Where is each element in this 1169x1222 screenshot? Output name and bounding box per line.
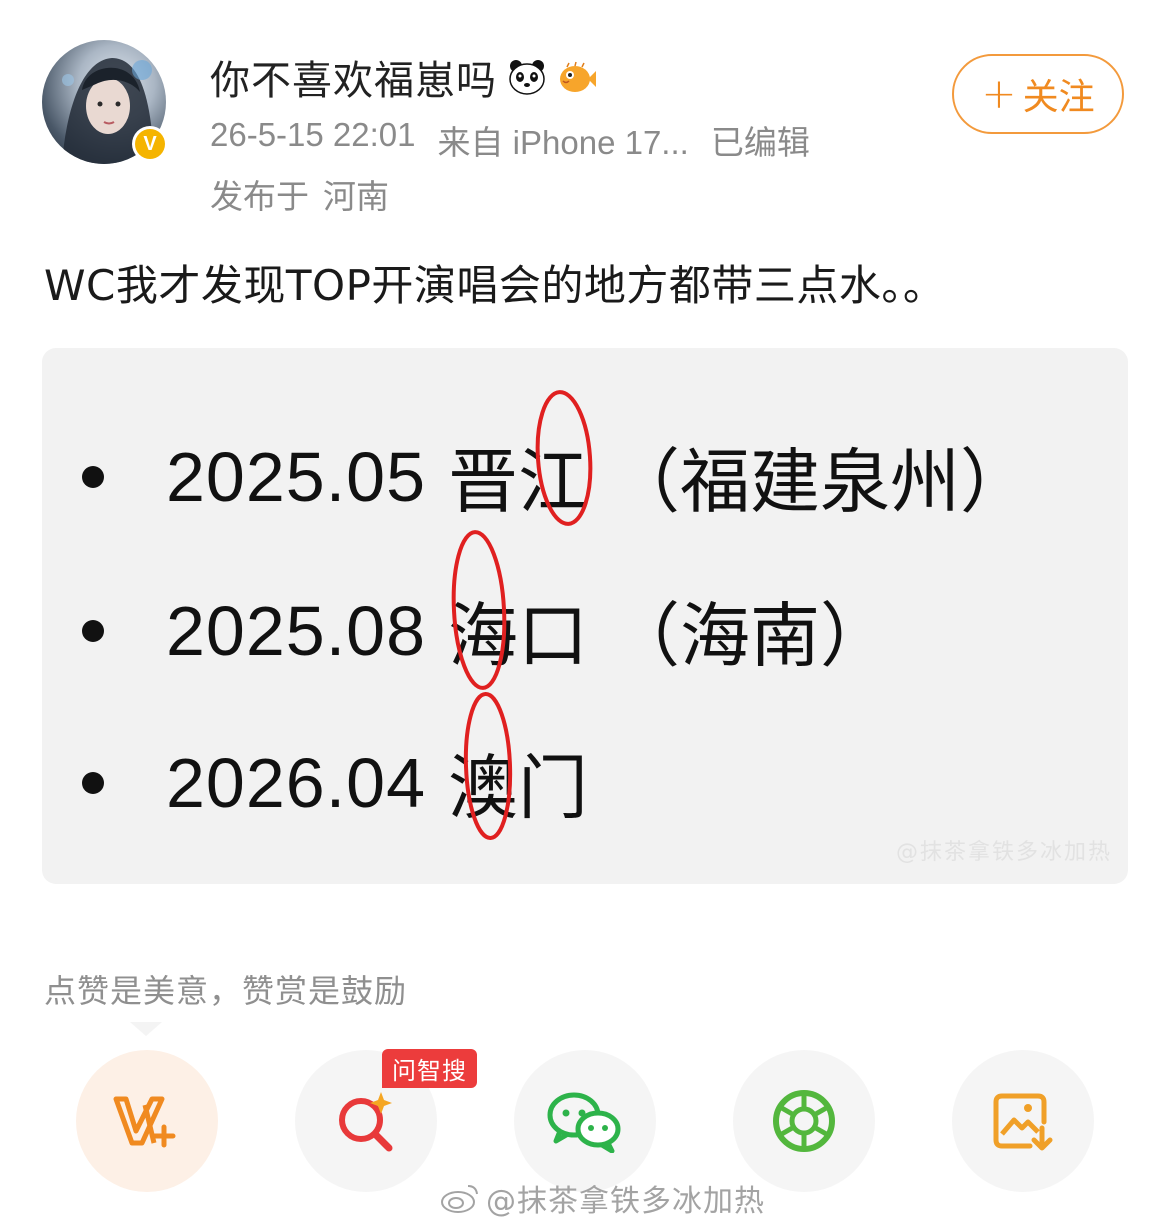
concert-city: 海口 <box>448 595 589 677</box>
concert-city: 晋江 <box>448 441 589 523</box>
verified-v-icon: V <box>135 129 165 159</box>
pufferfish-icon <box>557 57 597 97</box>
avatar-container[interactable]: V <box>42 40 168 164</box>
list-item: 2025.08 海口 （海南） <box>82 580 890 681</box>
concert-region: （福建泉州） <box>610 441 1031 523</box>
watermark-text: @抹茶拿铁多冰加热 <box>486 1184 765 1219</box>
save-image-button[interactable] <box>952 1050 1094 1192</box>
vplus-reward-button[interactable] <box>76 1050 218 1192</box>
post-location: 发布于 河南 <box>210 170 389 218</box>
username-row: 你不喜欢福崽吗 <box>210 48 597 106</box>
follow-label: 关注 <box>1022 77 1095 118</box>
location-label: 发布于 <box>210 177 309 216</box>
list-item: 2026.04 澳门 <box>82 732 588 833</box>
follow-button[interactable]: + 关注 <box>952 54 1124 134</box>
image-watermark: @抹茶拿铁多冰加热 <box>895 840 1112 865</box>
vplus-icon <box>113 1096 176 1148</box>
location-value: 河南 <box>323 177 389 216</box>
post-image[interactable]: 2025.05 晋江 （福建泉州） 2025.08 海口 （海南） 2026.0… <box>42 348 1128 884</box>
concert-date: 2025.05 <box>166 437 427 516</box>
bullet-icon <box>82 771 104 794</box>
weibo-watermark: @抹茶拿铁多冰加热 <box>440 1176 765 1220</box>
post-source: 来自 iPhone 17... <box>437 124 689 161</box>
panda-icon <box>507 57 547 97</box>
post-timestamp: 26-5-15 22:01 <box>210 116 416 153</box>
wechat-icon <box>547 1092 621 1153</box>
bullet-icon <box>82 619 104 642</box>
post-meta: 26-5-15 22:01 来自 iPhone 17... 已编辑 <box>210 116 810 164</box>
concert-date: 2026.04 <box>166 743 427 822</box>
share-wechat-button[interactable] <box>514 1050 656 1192</box>
ai-search-tag: 问智搜 <box>382 1049 477 1088</box>
reward-prompt: 点赞是美意，赞赏是鼓励 <box>44 972 408 1010</box>
pointer-triangle <box>130 1022 162 1036</box>
verified-badge: V <box>132 126 168 162</box>
search-spark-icon <box>339 1092 393 1152</box>
post-text: WC我才发现TOP开演唱会的地方都带三点水。。 <box>44 261 946 310</box>
weibo-post-page: V 你不喜欢福崽吗 26-5-15 22:01 来自 iPhone 17... … <box>0 0 1169 1222</box>
concert-date: 2025.08 <box>166 591 427 670</box>
share-moments-button[interactable] <box>733 1050 875 1192</box>
edited-label[interactable]: 已编辑 <box>711 116 810 164</box>
moments-shutter-icon <box>773 1090 835 1152</box>
plus-icon: + <box>981 69 1017 118</box>
save-image-icon <box>993 1093 1053 1151</box>
list-item: 2025.05 晋江 （福建泉州） <box>82 426 1030 527</box>
weibo-logo-icon <box>441 1185 478 1213</box>
bullet-icon <box>82 465 104 488</box>
concert-region: （海南） <box>610 595 891 677</box>
username[interactable]: 你不喜欢福崽吗 <box>210 48 497 106</box>
concert-city: 澳门 <box>448 747 589 829</box>
